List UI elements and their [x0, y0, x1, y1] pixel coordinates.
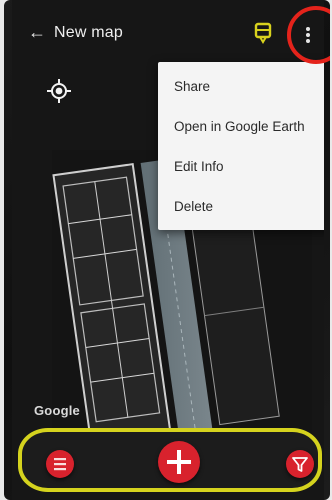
app-bar: ← New map — [12, 14, 324, 54]
phone-frame: ← New map Google Share Open in Google Ea… — [4, 0, 330, 500]
app-screen: ← New map Google Share Open in Google Ea… — [12, 0, 324, 500]
google-attribution: Google — [34, 403, 80, 418]
add-button[interactable] — [158, 441, 200, 483]
arrow-left-icon[interactable]: ← — [28, 23, 46, 41]
bottom-action-bar — [18, 428, 322, 492]
menu-item-edit-info[interactable]: Edit Info — [158, 146, 324, 186]
filter-button[interactable] — [286, 450, 314, 478]
map-title: New map — [54, 24, 123, 41]
plus-icon — [167, 450, 191, 474]
overflow-menu: Share Open in Google Earth Edit Info Del… — [158, 62, 324, 230]
list-icon — [54, 458, 66, 471]
crosshair-icon[interactable] — [46, 78, 72, 104]
menu-item-open-google-earth[interactable]: Open in Google Earth — [158, 106, 324, 146]
menu-item-share[interactable]: Share — [158, 66, 324, 106]
menu-item-delete[interactable]: Delete — [158, 186, 324, 226]
layers-icon[interactable] — [250, 20, 276, 46]
list-button[interactable] — [46, 450, 74, 478]
filter-icon — [292, 457, 308, 472]
more-vertical-icon[interactable] — [295, 17, 321, 51]
